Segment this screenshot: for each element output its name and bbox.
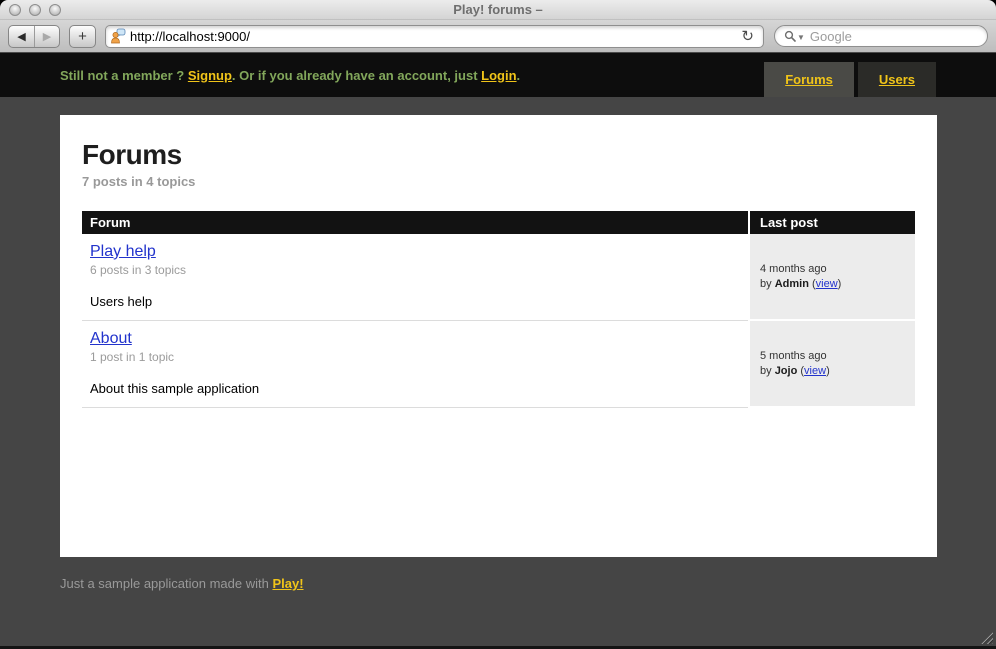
- page-subtitle: 7 posts in 4 topics: [82, 174, 915, 189]
- last-post-author: Jojo: [775, 365, 798, 377]
- footer: Just a sample application made with Play…: [60, 576, 996, 591]
- forum-table: Forum Last post Play help 6 posts in 3 t…: [82, 211, 915, 408]
- forum-link-play-help[interactable]: Play help: [90, 243, 156, 260]
- footer-text: Just a sample application made with: [60, 576, 272, 591]
- member-text: Still not a member ? Signup. Or if you a…: [60, 68, 520, 83]
- traffic-lights: [9, 4, 61, 16]
- tab-users[interactable]: Users: [858, 62, 936, 97]
- search-placeholder: Google: [810, 29, 852, 44]
- nav-tabs: Forums Users: [764, 62, 936, 97]
- last-post-cell: 4 months ago by Admin (view): [748, 234, 915, 321]
- last-post-by: by Admin (view): [760, 277, 915, 292]
- plus-icon: +: [78, 28, 87, 45]
- tab-users-label[interactable]: Users: [879, 72, 915, 87]
- last-post-when: 4 months ago: [760, 262, 915, 277]
- url-text[interactable]: http://localhost:9000/: [130, 29, 736, 44]
- view-link[interactable]: view: [816, 278, 838, 290]
- forum-cell: Play help 6 posts in 3 topics Users help: [82, 234, 748, 321]
- reload-icon: ↻: [741, 28, 754, 45]
- browser-window: Play! forums – ◀ ▶ + http://localhost:90…: [0, 0, 996, 649]
- table-row: About 1 post in 1 topic About this sampl…: [82, 321, 915, 408]
- by-label: by: [760, 278, 772, 290]
- by-label: by: [760, 365, 772, 377]
- last-post-by: by Jojo (view): [760, 364, 915, 379]
- address-bar[interactable]: http://localhost:9000/ ↻: [105, 25, 764, 48]
- browser-toolbar: ◀ ▶ + http://localhost:9000/ ↻ ▼ Google: [0, 20, 996, 53]
- login-link[interactable]: Login: [481, 68, 516, 83]
- member-text-suffix: .: [517, 68, 521, 83]
- forum-description: Users help: [90, 294, 740, 309]
- paren-close: ): [838, 278, 842, 290]
- site-favicon-icon: [110, 28, 126, 44]
- column-header-last-post: Last post: [748, 211, 915, 234]
- view-link[interactable]: view: [804, 365, 826, 377]
- last-post-when: 5 months ago: [760, 349, 915, 364]
- column-header-forum: Forum: [82, 211, 748, 234]
- search-icon: [784, 30, 796, 42]
- table-header: Forum Last post: [82, 211, 915, 234]
- content-card: Forums 7 posts in 4 topics Forum Last po…: [60, 115, 937, 557]
- forum-stats: 1 post in 1 topic: [90, 350, 740, 364]
- forum-stats: 6 posts in 3 topics: [90, 263, 740, 277]
- play-framework-link[interactable]: Play!: [272, 576, 303, 591]
- last-post-author: Admin: [775, 278, 809, 290]
- table-row: Play help 6 posts in 3 topics Users help…: [82, 234, 915, 321]
- forward-button[interactable]: ▶: [34, 26, 59, 47]
- close-window-button[interactable]: [9, 4, 21, 16]
- back-button[interactable]: ◀: [9, 26, 34, 47]
- window-title: Play! forums –: [453, 2, 543, 17]
- page-body: Forums 7 posts in 4 topics Forum Last po…: [0, 97, 996, 646]
- zoom-window-button[interactable]: [49, 4, 61, 16]
- last-post-cell: 5 months ago by Jojo (view): [748, 321, 915, 408]
- search-field[interactable]: ▼ Google: [774, 25, 988, 47]
- member-text-prefix: Still not a member ?: [60, 68, 188, 83]
- forum-link-about[interactable]: About: [90, 330, 132, 347]
- paren-close: ): [826, 365, 830, 377]
- page-title: Forums: [82, 139, 915, 171]
- back-icon: ◀: [17, 30, 25, 43]
- titlebar: Play! forums –: [0, 0, 996, 20]
- member-bar: Still not a member ? Signup. Or if you a…: [0, 53, 996, 97]
- reload-button[interactable]: ↻: [736, 27, 759, 45]
- new-tab-button[interactable]: +: [69, 25, 96, 48]
- search-dropdown-icon[interactable]: ▼: [797, 33, 805, 42]
- nav-buttons: ◀ ▶: [8, 25, 60, 48]
- tab-forums[interactable]: Forums: [764, 62, 854, 97]
- minimize-window-button[interactable]: [29, 4, 41, 16]
- forum-cell: About 1 post in 1 topic About this sampl…: [82, 321, 748, 408]
- signup-link[interactable]: Signup: [188, 68, 232, 83]
- forward-icon: ▶: [43, 30, 51, 43]
- tab-forums-label[interactable]: Forums: [785, 72, 833, 87]
- member-text-middle: . Or if you already have an account, jus…: [232, 68, 481, 83]
- forum-description: About this sample application: [90, 381, 740, 396]
